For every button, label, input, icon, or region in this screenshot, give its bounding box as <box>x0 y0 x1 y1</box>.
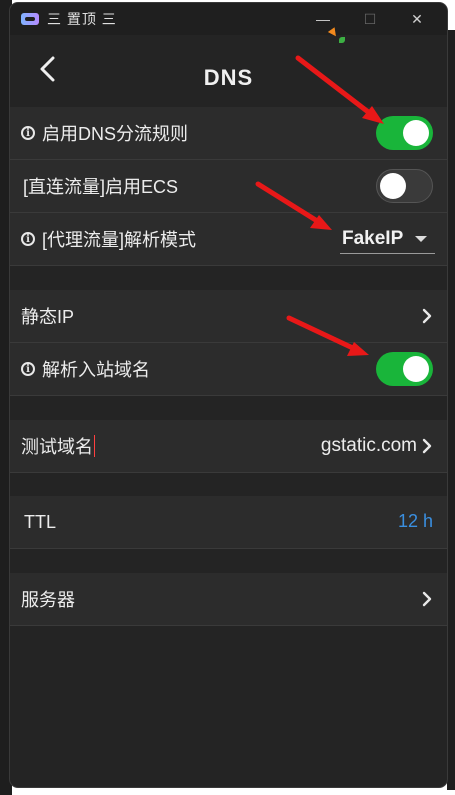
setting-dns-split[interactable]: i 启用DNS分流规则 <box>10 107 447 160</box>
test-domain-label: 测试域名 <box>21 437 93 457</box>
setting-ttl[interactable]: TTL 12 h <box>10 496 447 549</box>
title-bar: 三 置顶 三 — ☐ ✕ <box>10 3 447 35</box>
background-window-edge-right <box>447 30 455 790</box>
app-window: 三 置顶 三 — ☐ ✕ DNS i 启用DNS分流规则 [直连流量]启用ECS… <box>10 3 447 787</box>
maximize-icon: ☐ <box>363 10 377 27</box>
setting-servers[interactable]: 服务器 <box>10 573 447 626</box>
test-domain-value: gstatic.com <box>320 435 417 456</box>
resolve-inbound-toggle[interactable] <box>376 352 433 386</box>
close-icon: ✕ <box>411 10 423 27</box>
direct-ecs-toggle[interactable] <box>376 169 433 203</box>
text-cursor <box>94 435 95 457</box>
app-icon <box>21 13 39 25</box>
chevron-right-icon <box>422 591 432 607</box>
toggle-knob <box>403 356 429 382</box>
setting-resolve-inbound[interactable]: i 解析入站域名 <box>10 343 447 396</box>
proxy-mode-label: [代理流量]解析模式 <box>42 230 197 250</box>
ttl-value: 12 h <box>397 511 433 531</box>
toggle-knob <box>380 173 406 199</box>
static-ip-label: 静态IP <box>21 307 75 327</box>
info-icon[interactable]: i <box>21 362 35 376</box>
ttl-label: TTL <box>24 511 57 532</box>
window-title: 三 置顶 三 <box>47 11 117 27</box>
setting-test-domain[interactable]: 测试域名 gstatic.com <box>10 420 447 473</box>
setting-proxy-mode[interactable]: i [代理流量]解析模式 FakeIP <box>10 213 447 266</box>
page-title: DNS <box>203 65 254 90</box>
setting-static-ip[interactable]: 静态IP <box>10 290 447 343</box>
proxy-mode-dropdown[interactable]: FakeIP <box>340 225 435 254</box>
chevron-right-icon <box>422 438 432 454</box>
carrot-leaf-icon <box>339 37 345 43</box>
info-icon[interactable]: i <box>21 232 35 246</box>
toggle-knob <box>403 120 429 146</box>
servers-label: 服务器 <box>21 590 75 610</box>
maximize-button[interactable]: ☐ <box>347 3 393 35</box>
proxy-mode-value: FakeIP <box>342 228 404 249</box>
info-icon[interactable]: i <box>21 126 35 140</box>
dns-split-label: 启用DNS分流规则 <box>42 124 189 144</box>
resolve-inbound-label: 解析入站域名 <box>42 360 150 380</box>
app-bar: DNS <box>10 35 447 107</box>
dns-split-toggle[interactable] <box>376 116 433 150</box>
direct-ecs-label: [直连流量]启用ECS <box>23 177 179 197</box>
setting-direct-ecs[interactable]: [直连流量]启用ECS <box>10 160 447 213</box>
dropdown-caret-icon <box>415 236 427 242</box>
close-button[interactable]: ✕ <box>394 3 440 35</box>
chevron-right-icon <box>422 308 432 324</box>
